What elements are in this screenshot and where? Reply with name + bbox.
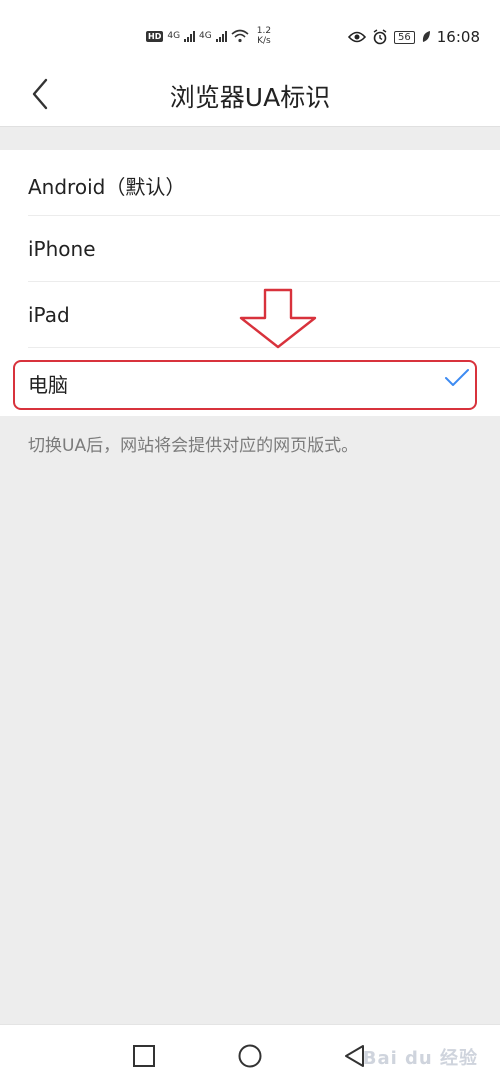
hd-badge: HD bbox=[146, 30, 164, 42]
clock: 16:08 bbox=[436, 28, 480, 46]
option-label: iPad bbox=[28, 303, 70, 327]
wifi-icon bbox=[231, 29, 249, 43]
option-android[interactable]: Android（默认） bbox=[0, 150, 500, 216]
watermark-logo: Bai du 经验 bbox=[362, 1048, 478, 1069]
eye-icon bbox=[348, 31, 367, 43]
app-header: 浏览器UA标识 bbox=[0, 62, 500, 127]
status-left: HD 4G 4G 1.2 K/s bbox=[146, 24, 271, 48]
battery-icon: 56 bbox=[394, 30, 415, 44]
status-bar: HD 4G 4G 1.2 K/s 56 16:08 bbox=[0, 0, 500, 62]
signal-icon-2 bbox=[215, 30, 227, 42]
recents-square-icon[interactable] bbox=[131, 1043, 157, 1069]
alarm-icon bbox=[373, 29, 387, 45]
hint-text: 切换UA后，网站将会提供对应的网页版式。 bbox=[28, 436, 359, 456]
network-speed: 1.2 K/s bbox=[257, 26, 271, 46]
sim2-label: 4G bbox=[199, 31, 212, 41]
status-right: 56 16:08 bbox=[348, 26, 480, 48]
speed-value: 1.2 bbox=[256, 26, 272, 36]
page-title: 浏览器UA标识 bbox=[169, 83, 331, 112]
option-label: iPhone bbox=[28, 237, 96, 261]
home-circle-icon[interactable] bbox=[237, 1043, 263, 1069]
leaf-icon bbox=[422, 31, 430, 42]
signal-icon bbox=[184, 30, 196, 42]
sim1-label: 4G bbox=[167, 31, 181, 41]
down-arrow-annotation-icon bbox=[239, 288, 317, 349]
option-iphone[interactable]: iPhone bbox=[0, 216, 500, 282]
option-label: Android（默认） bbox=[28, 175, 186, 199]
speed-unit: K/s bbox=[257, 36, 271, 46]
selection-highlight-box bbox=[13, 360, 477, 410]
